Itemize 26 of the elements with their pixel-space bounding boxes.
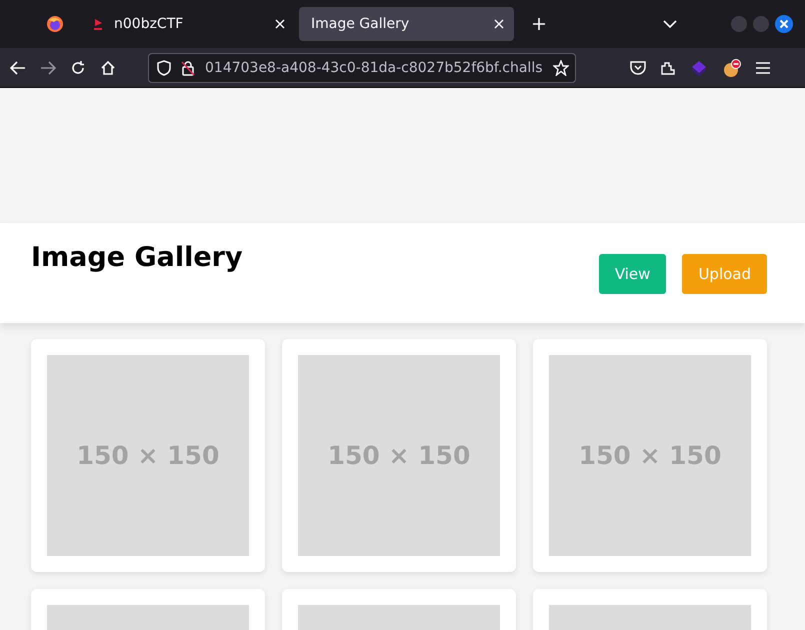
chevron-down-icon[interactable] [663, 20, 677, 28]
placeholder-text: 150 × 150 [76, 441, 220, 470]
home-icon[interactable] [100, 60, 116, 76]
pocket-icon[interactable] [630, 60, 646, 75]
close-icon[interactable] [494, 19, 504, 29]
tab-title[interactable]: n00bzCTF [114, 16, 267, 32]
forward-icon[interactable] [40, 60, 56, 74]
tab-title[interactable]: Image Gallery [311, 16, 486, 32]
address-bar[interactable]: 014703e8-a408-43c0-81da-c8027b52f6bf.challs [148, 52, 576, 82]
browser-logo-icon[interactable] [46, 15, 64, 33]
extensions-icon[interactable] [660, 60, 676, 76]
insecure-lock-icon[interactable] [181, 60, 195, 76]
close-window-icon[interactable] [775, 15, 793, 33]
placeholder-text: 150 × 150 [578, 441, 722, 470]
bookmark-star-icon[interactable] [552, 60, 569, 76]
page-title: Image Gallery [31, 242, 244, 275]
extension-badge-icon[interactable] [722, 58, 742, 78]
close-icon[interactable] [275, 19, 285, 29]
menu-icon[interactable] [756, 62, 770, 74]
reload-icon[interactable] [70, 60, 86, 76]
browser-tab[interactable]: Image Gallery [299, 7, 514, 41]
back-icon[interactable] [10, 60, 26, 74]
shield-icon[interactable] [157, 60, 171, 76]
browser-tab[interactable]: n00bzCTF [80, 7, 295, 41]
url-text[interactable]: 014703e8-a408-43c0-81da-c8027b52f6bf.challs [205, 60, 543, 76]
placeholder-text: 150 × 150 [328, 441, 470, 470]
